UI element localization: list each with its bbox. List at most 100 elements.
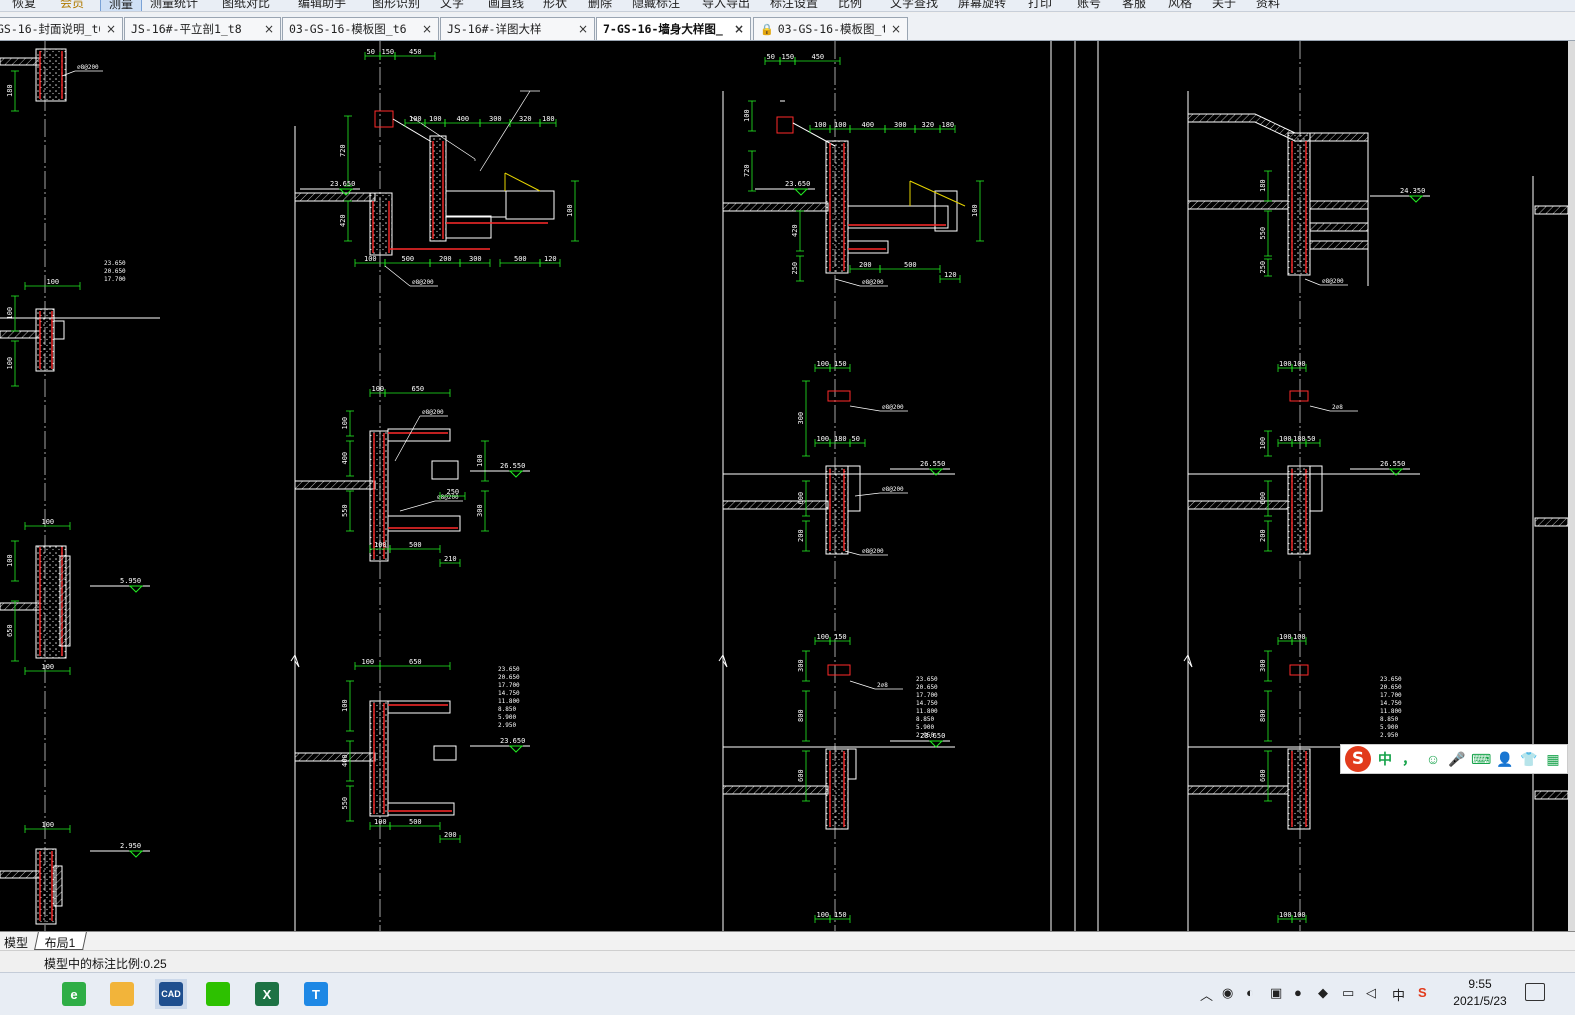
- dimension-label: 600: [797, 769, 805, 782]
- menu-item-3[interactable]: 测量统计: [150, 0, 198, 11]
- excel-icon: X: [255, 982, 279, 1006]
- drawing-tab[interactable]: JS-16#-详图大样 ×: [440, 17, 595, 40]
- dimension-label: 210: [444, 555, 457, 563]
- tray-app-icon[interactable]: ▣: [1270, 985, 1282, 1001]
- dimension-label: 100: [429, 115, 442, 123]
- menu-item-9[interactable]: 形状: [543, 0, 567, 11]
- taskbar-app[interactable]: X: [251, 979, 283, 1009]
- menu-item-14[interactable]: 比例: [838, 0, 862, 11]
- menu-item-22[interactable]: 资料: [1256, 0, 1280, 11]
- elevation-label: 26.550: [500, 462, 525, 470]
- dimension-label: 100: [374, 818, 387, 826]
- tab-layout1[interactable]: 布局1: [34, 932, 87, 950]
- drawing-tab[interactable]: JS-16#-平立剖1_t8 ×: [124, 17, 281, 40]
- dimension-label: 50: [1307, 435, 1315, 443]
- menu-item-18[interactable]: 账号: [1077, 0, 1101, 11]
- close-icon[interactable]: ×: [578, 22, 588, 36]
- eave-section: [827, 390, 851, 402]
- menu-item-20[interactable]: 风格: [1168, 0, 1192, 11]
- drawing-tab[interactable]: GS-16-封面说明_t6 ×: [0, 17, 123, 40]
- taskbar-app[interactable]: [202, 979, 234, 1009]
- elevation-marker: [1408, 195, 1424, 203]
- taskbar-app[interactable]: CAD: [155, 979, 187, 1009]
- menu-item-7[interactable]: 文字: [440, 0, 464, 11]
- dimension-label: 100: [42, 518, 55, 526]
- qq-icon[interactable]: ◐: [1246, 985, 1254, 1000]
- canopy-edge: [505, 190, 555, 220]
- tab-model[interactable]: 模型: [0, 932, 36, 950]
- menu-item-21[interactable]: 关于: [1212, 0, 1236, 11]
- dimension-label: 180: [542, 115, 555, 123]
- ime-indicator[interactable]: 中: [1392, 985, 1405, 1004]
- drawing-tab[interactable]: 🔒 03-GS-16-模板图_t6 ×: [753, 17, 908, 40]
- punctuation-icon[interactable]: ，: [1399, 749, 1419, 769]
- dimension-label: 100: [372, 385, 385, 393]
- keyboard-icon[interactable]: ⌨: [1471, 751, 1491, 768]
- dimension-label: 100: [409, 115, 422, 123]
- leader-label: ⌀8@200: [862, 548, 884, 555]
- drawing-canvas[interactable]: ⌀8@200 180 23.650 20.650 17.700 100 100 100 5.95…: [0, 41, 1568, 931]
- volume-icon[interactable]: ◁: [1366, 985, 1376, 1001]
- menu-item-11[interactable]: 隐藏标注: [632, 0, 680, 11]
- notification-center-icon[interactable]: [1525, 983, 1545, 1001]
- toolbox-icon[interactable]: ▦: [1543, 751, 1563, 768]
- menu-item-2[interactable]: 测量: [100, 0, 143, 11]
- taskbar-app[interactable]: e: [58, 979, 90, 1009]
- skin-icon[interactable]: 👕: [1519, 751, 1539, 768]
- sogou-ime-icon[interactable]: S: [1345, 746, 1371, 772]
- menu-item-12[interactable]: 导入导出: [702, 0, 750, 11]
- sogou-tray-icon[interactable]: S: [1418, 985, 1427, 1000]
- canopy-top: [387, 428, 451, 442]
- eave-section: [1289, 390, 1309, 402]
- wechat-tray-icon[interactable]: ●: [1294, 985, 1302, 1000]
- menu-item-17[interactable]: 打印: [1028, 0, 1052, 11]
- close-icon[interactable]: ×: [734, 22, 744, 36]
- menu-item-1[interactable]: 会员: [60, 0, 84, 11]
- status-bar: 模型中的标注比例:0.25: [0, 950, 1575, 972]
- close-icon[interactable]: ×: [106, 22, 116, 36]
- drawing-tab[interactable]: 03-GS-16-模板图_t6 ×: [282, 17, 439, 40]
- menu-item-6[interactable]: 图形识别: [372, 0, 420, 11]
- cad-drawing[interactable]: ⌀8@20018023.65020.65017.7001001001005.95…: [0, 41, 1568, 931]
- network-icon[interactable]: ▭: [1342, 985, 1354, 1001]
- menu-item-4[interactable]: 图纸对比: [222, 0, 270, 11]
- menu-item-8[interactable]: 画直线: [488, 0, 524, 11]
- tab-label: JS-16#-平立剖1_t8: [131, 22, 242, 36]
- close-icon[interactable]: ×: [891, 22, 901, 36]
- dimension-label: 100: [566, 204, 574, 217]
- drawing-tab[interactable]: 7-GS-16-墙身大样图_ ×: [596, 17, 751, 40]
- ime-mode-toggle[interactable]: 中: [1375, 749, 1395, 769]
- menu-item-19[interactable]: 客服: [1122, 0, 1146, 11]
- show-hidden-icons-icon[interactable]: ︿: [1200, 985, 1213, 1004]
- dimension-label: 650: [412, 385, 425, 393]
- menu-item-10[interactable]: 删除: [588, 0, 612, 11]
- steam-icon[interactable]: ◉: [1222, 985, 1233, 1001]
- close-icon[interactable]: ×: [422, 22, 432, 36]
- tray-app-icon[interactable]: ◆: [1318, 985, 1328, 1001]
- eave-section: [827, 664, 851, 676]
- menu-item-15[interactable]: 文字查找: [890, 0, 938, 11]
- dimension-label: 100: [1259, 437, 1267, 450]
- taskbar-app[interactable]: T: [300, 979, 332, 1009]
- menu-item-13[interactable]: 标注设置: [770, 0, 818, 11]
- menu-item-16[interactable]: 屏幕旋转: [958, 0, 1006, 11]
- dimension-label: 300: [489, 115, 502, 123]
- elevation-stack-label: 11.800: [498, 698, 520, 705]
- system-clock[interactable]: 9:55 2021/5/23: [1440, 976, 1520, 1010]
- voice-icon[interactable]: 🎤: [1447, 751, 1467, 768]
- dimension-label: 100: [817, 911, 830, 919]
- dimension-label: 100: [6, 307, 14, 320]
- elevation-stack-label: 11.800: [1380, 708, 1402, 715]
- vertical-scrollbar[interactable]: [1568, 41, 1575, 931]
- menu-item-0[interactable]: 恢复: [12, 0, 36, 11]
- close-icon[interactable]: ×: [264, 22, 274, 36]
- dimension-label: 100: [817, 360, 830, 368]
- emoji-icon[interactable]: ☺: [1423, 751, 1443, 767]
- taskbar-app[interactable]: [106, 979, 138, 1009]
- dimension-label: 180: [942, 121, 955, 129]
- menu-item-5[interactable]: 编辑助手: [298, 0, 346, 11]
- user-icon[interactable]: 👤: [1495, 751, 1515, 768]
- layout-tab-bar: 模型 布局1: [0, 931, 1575, 950]
- ime-toolbar[interactable]: S 中， ☺ 🎤 ⌨ 👤 👕 ▦: [1340, 744, 1568, 774]
- elevation-stack-label: 20.650: [916, 684, 938, 691]
